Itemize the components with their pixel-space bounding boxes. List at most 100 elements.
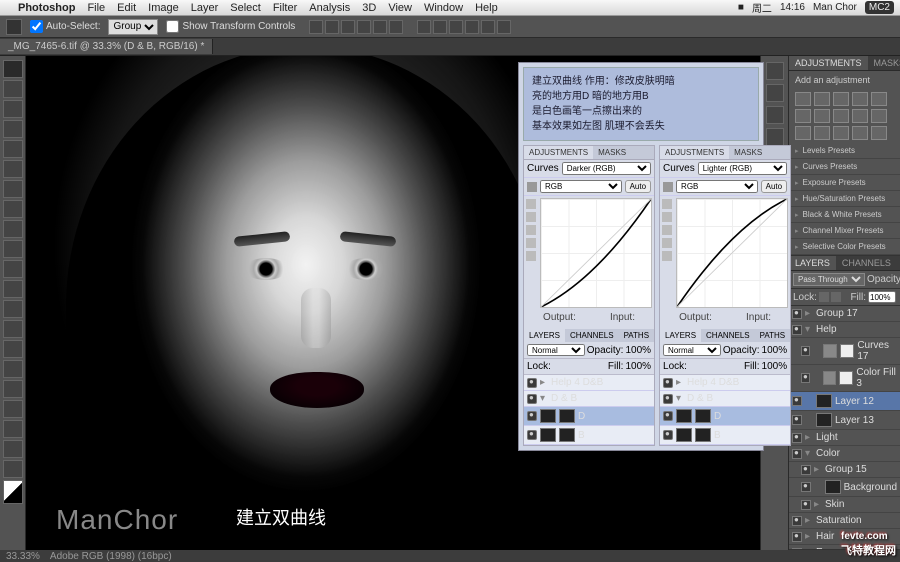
align-icon[interactable] — [341, 20, 355, 34]
marquee-tool-icon[interactable] — [3, 80, 23, 98]
zoom-level[interactable]: 33.33% — [6, 551, 40, 562]
visibility-icon[interactable] — [792, 532, 802, 542]
crop-tool-icon[interactable] — [3, 140, 23, 158]
pen-tool-icon[interactable] — [3, 340, 23, 358]
visibility-icon[interactable] — [801, 373, 810, 383]
visibility-icon[interactable] — [792, 325, 802, 335]
lock-pixels-icon[interactable] — [819, 292, 829, 302]
layer-row[interactable]: Layer 13 — [789, 411, 900, 430]
menu-image[interactable]: Image — [148, 2, 179, 14]
fill-input[interactable] — [868, 291, 896, 303]
dist-icon[interactable] — [417, 20, 431, 34]
navigator-icon[interactable] — [766, 84, 784, 102]
dist-icon[interactable] — [465, 20, 479, 34]
tab-masks[interactable]: MASKS — [729, 146, 767, 159]
document-tab[interactable]: _MG_7465-6.tif @ 33.3% (D & B, RGB/16) * — [0, 39, 213, 54]
preset-item[interactable]: Channel Mixer Presets — [789, 223, 900, 239]
preset-item[interactable]: Black & White Presets — [789, 207, 900, 223]
visibility-icon[interactable] — [792, 415, 802, 425]
swatches-icon[interactable] — [766, 128, 784, 146]
target-icon[interactable] — [663, 182, 673, 192]
photo-filter-icon[interactable] — [852, 109, 868, 123]
zoom-tool-icon[interactable] — [3, 460, 23, 478]
menu-file[interactable]: File — [87, 2, 105, 14]
layer-row[interactable]: Color Fill 3 — [789, 365, 900, 392]
auto-button[interactable]: Auto — [625, 180, 651, 193]
sampler-icon[interactable] — [662, 238, 672, 248]
layer-row[interactable]: Background — [789, 478, 900, 497]
threshold-icon[interactable] — [833, 126, 849, 140]
blend-mode-dropdown[interactable]: Pass Through — [793, 273, 865, 286]
target-icon[interactable] — [527, 182, 537, 192]
exposure-icon[interactable] — [852, 92, 868, 106]
colorbal-icon[interactable] — [814, 109, 830, 123]
vibrance-icon[interactable] — [871, 92, 887, 106]
layer-row[interactable]: D — [660, 407, 790, 426]
wand-tool-icon[interactable] — [3, 120, 23, 138]
visibility-icon[interactable] — [801, 346, 810, 356]
layer-row[interactable]: ▸Help 4 D&B — [524, 375, 654, 391]
menu-layer[interactable]: Layer — [191, 2, 219, 14]
selcolor-icon[interactable] — [871, 126, 887, 140]
auto-select-checkbox[interactable]: Auto-Select: — [30, 20, 100, 33]
levels-icon[interactable] — [814, 92, 830, 106]
tab-channels[interactable]: CHANNELS — [565, 329, 619, 342]
blend-dropdown[interactable]: Normal — [663, 344, 721, 356]
stamp-tool-icon[interactable] — [3, 220, 23, 238]
visibility-icon[interactable] — [792, 548, 802, 550]
layer-row[interactable]: ▸Group 17 — [789, 306, 900, 322]
menu-view[interactable]: View — [388, 2, 412, 14]
sampler-icon[interactable] — [526, 225, 536, 235]
curve-tool-icon[interactable] — [526, 199, 536, 209]
tab-channels[interactable]: CHANNELS — [836, 256, 897, 270]
blend-dropdown[interactable]: Normal — [527, 344, 585, 356]
preset-dropdown[interactable]: Lighter (RGB) — [698, 162, 787, 175]
hand-tool-icon[interactable] — [3, 440, 23, 458]
align-icon[interactable] — [357, 20, 371, 34]
menu-select[interactable]: Select — [230, 2, 261, 14]
gradient-tool-icon[interactable] — [3, 280, 23, 298]
menu-help[interactable]: Help — [475, 2, 498, 14]
gradmap-icon[interactable] — [852, 126, 868, 140]
shape-tool-icon[interactable] — [3, 400, 23, 418]
visibility-icon[interactable] — [527, 430, 537, 440]
layer-row[interactable]: ▸Skin — [789, 497, 900, 513]
brush-tool-icon[interactable] — [3, 200, 23, 218]
visibility-icon[interactable] — [792, 309, 802, 319]
align-icon[interactable] — [373, 20, 387, 34]
invert-icon[interactable] — [795, 126, 811, 140]
layer-row[interactable]: Curves 17 — [789, 338, 900, 365]
preset-item[interactable]: Hue/Saturation Presets — [789, 191, 900, 207]
tab-channels[interactable]: CHANNELS — [701, 329, 755, 342]
tab-masks[interactable]: MASKS — [868, 56, 900, 70]
tab-adjustments[interactable]: ADJUSTMENTS — [789, 56, 868, 70]
3d-tool-icon[interactable] — [3, 420, 23, 438]
color-icon[interactable] — [766, 106, 784, 124]
visibility-icon[interactable] — [663, 430, 673, 440]
auto-button[interactable]: Auto — [761, 180, 787, 193]
tab-masks[interactable]: MASKS — [593, 146, 631, 159]
show-transform-checkbox[interactable]: Show Transform Controls — [166, 20, 295, 33]
dist-icon[interactable] — [449, 20, 463, 34]
preset-item[interactable]: Curves Presets — [789, 159, 900, 175]
tab-adjustments[interactable]: ADJUSTMENTS — [524, 146, 593, 159]
menu-analysis[interactable]: Analysis — [309, 2, 350, 14]
curve-graph[interactable] — [540, 198, 652, 308]
blur-tool-icon[interactable] — [3, 300, 23, 318]
histogram-icon[interactable] — [766, 62, 784, 80]
chan-mix-icon[interactable] — [871, 109, 887, 123]
curve-graph[interactable] — [676, 198, 788, 308]
tab-layers[interactable]: LAYERS — [660, 329, 701, 342]
dodge-tool-icon[interactable] — [3, 320, 23, 338]
app-name[interactable]: Photoshop — [18, 2, 75, 14]
dist-icon[interactable] — [481, 20, 495, 34]
visibility-icon[interactable] — [801, 482, 811, 492]
history-brush-tool-icon[interactable] — [3, 240, 23, 258]
dist-icon[interactable] — [433, 20, 447, 34]
heal-tool-icon[interactable] — [3, 180, 23, 198]
layer-row[interactable]: ▸Help 4 D&B — [660, 375, 790, 391]
lock-position-icon[interactable] — [831, 292, 841, 302]
curve-tool-icon[interactable] — [662, 199, 672, 209]
preset-item[interactable]: Exposure Presets — [789, 175, 900, 191]
pencil-tool-icon[interactable] — [662, 212, 672, 222]
